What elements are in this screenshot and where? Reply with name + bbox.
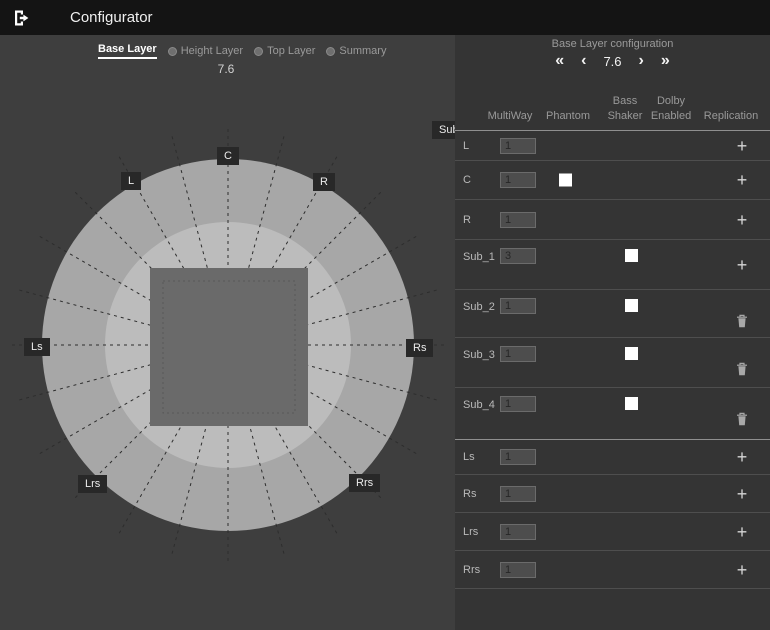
table-row-c: C + xyxy=(455,161,770,200)
multiway-input[interactable] xyxy=(500,562,536,578)
row-label: L xyxy=(463,140,469,152)
table-row-l: L + xyxy=(455,131,770,161)
row-label: R xyxy=(463,214,471,226)
bass-shaker-checkbox[interactable] xyxy=(625,299,638,312)
top-bar: Configurator xyxy=(0,0,770,35)
column-dolby-enabled: DolbyEnabled xyxy=(651,94,691,124)
row-label: Sub_4 xyxy=(463,399,495,411)
row-label: Ls xyxy=(463,451,475,463)
table-column-headers: MultiWay Phantom BassShaker DolbyEnabled… xyxy=(455,75,770,131)
table-row-r: R + xyxy=(455,200,770,240)
bass-shaker-checkbox[interactable] xyxy=(625,249,638,262)
row-label: Rrs xyxy=(463,564,480,576)
row-label: C xyxy=(463,174,471,186)
add-replication-button[interactable]: + xyxy=(730,562,754,578)
multiway-input[interactable] xyxy=(500,212,536,228)
add-replication-button[interactable]: + xyxy=(730,172,754,188)
layout-navigator: « ‹ 7.6 › » xyxy=(455,52,770,70)
speaker-config-table: L + C + R + Sub_1 + Su xyxy=(455,131,770,589)
column-replication: Replication xyxy=(704,109,758,124)
column-bass-shaker: BassShaker xyxy=(608,94,643,124)
multiway-input[interactable] xyxy=(500,346,536,362)
phantom-checkbox[interactable] xyxy=(559,174,572,187)
table-row-sub2: Sub_2 xyxy=(455,290,770,338)
row-label: Lrs xyxy=(463,526,478,538)
multiway-input[interactable] xyxy=(500,449,536,465)
add-replication-button[interactable]: + xyxy=(730,524,754,540)
trash-icon xyxy=(736,314,748,328)
panel-title: Base Layer configuration xyxy=(455,38,770,50)
trash-icon xyxy=(736,362,748,376)
listening-room-square xyxy=(150,268,308,426)
next-layout-button[interactable]: › xyxy=(639,52,644,70)
bass-shaker-checkbox[interactable] xyxy=(625,347,638,360)
table-row-sub3: Sub_3 xyxy=(455,338,770,388)
row-label: Sub_2 xyxy=(463,301,495,313)
configurator-window: Configurator Base Layer Height Layer Top… xyxy=(0,0,770,630)
layout-area: Base Layer Height Layer Top Layer Summar… xyxy=(0,35,455,630)
row-label: Rs xyxy=(463,488,476,500)
column-multiway: MultiWay xyxy=(488,109,533,124)
prev-layout-button[interactable]: ‹ xyxy=(581,52,586,70)
speaker-label-rrs[interactable]: Rrs xyxy=(349,474,380,492)
last-layout-button[interactable]: » xyxy=(661,52,670,70)
current-layout-value: 7.6 xyxy=(603,54,621,69)
speaker-label-r[interactable]: R xyxy=(313,173,335,191)
multiway-input[interactable] xyxy=(500,138,536,154)
row-label: Sub_1 xyxy=(463,251,495,263)
table-row-ls: Ls + xyxy=(455,440,770,475)
multiway-input[interactable] xyxy=(500,298,536,314)
table-row-rrs: Rrs + xyxy=(455,551,770,589)
table-row-sub1: Sub_1 + xyxy=(455,240,770,290)
speaker-ring-diagram xyxy=(0,35,455,630)
table-row-sub4: Sub_4 xyxy=(455,388,770,440)
speaker-label-lrs[interactable]: Lrs xyxy=(78,475,107,493)
multiway-input[interactable] xyxy=(500,396,536,412)
speaker-label-ls[interactable]: Ls xyxy=(24,338,50,356)
delete-speaker-button[interactable] xyxy=(730,412,754,431)
speaker-label-rs[interactable]: Rs xyxy=(406,339,433,357)
multiway-input[interactable] xyxy=(500,524,536,540)
add-replication-button[interactable]: + xyxy=(730,138,754,154)
add-replication-button[interactable]: + xyxy=(730,449,754,465)
bass-shaker-checkbox[interactable] xyxy=(625,397,638,410)
multiway-input[interactable] xyxy=(500,248,536,264)
speaker-label-c[interactable]: C xyxy=(217,147,239,165)
table-row-rs: Rs + xyxy=(455,475,770,513)
row-label: Sub_3 xyxy=(463,349,495,361)
app-title: Configurator xyxy=(70,9,153,26)
first-layout-button[interactable]: « xyxy=(555,52,564,70)
multiway-input[interactable] xyxy=(500,172,536,188)
exit-icon[interactable] xyxy=(10,7,32,29)
speaker-label-l[interactable]: L xyxy=(121,172,141,190)
multiway-input[interactable] xyxy=(500,486,536,502)
base-layer-config-panel: Base Layer configuration « ‹ 7.6 › » Mul… xyxy=(455,35,770,630)
delete-speaker-button[interactable] xyxy=(730,314,754,333)
add-replication-button[interactable]: + xyxy=(730,486,754,502)
column-phantom: Phantom xyxy=(546,109,590,124)
add-replication-button[interactable]: + xyxy=(730,212,754,228)
trash-icon xyxy=(736,412,748,426)
table-row-lrs: Lrs + xyxy=(455,513,770,551)
delete-speaker-button[interactable] xyxy=(730,362,754,381)
add-replication-button[interactable]: + xyxy=(730,257,754,273)
